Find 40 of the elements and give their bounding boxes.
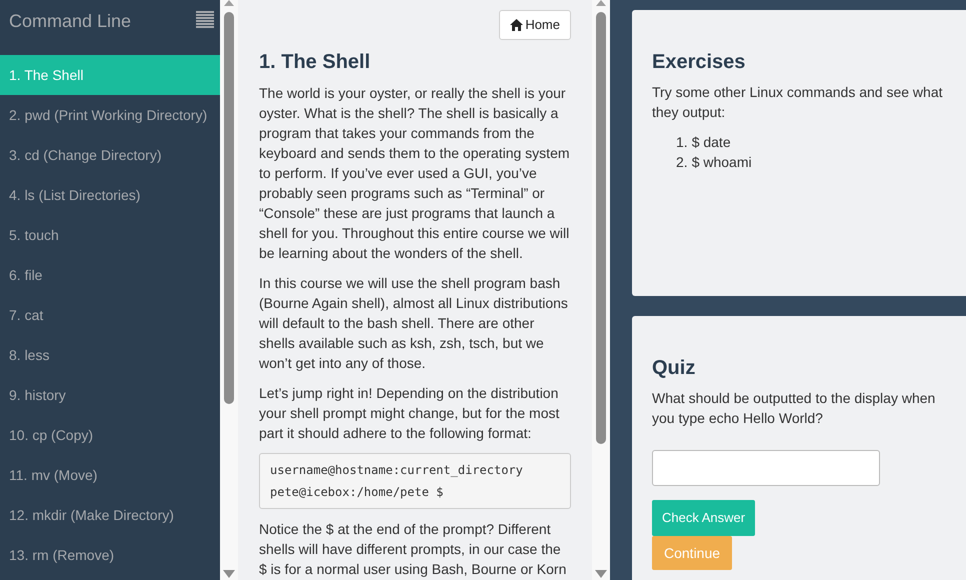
menu-icon[interactable] bbox=[196, 11, 214, 29]
quiz-question: What should be outputted to the display when you type echo Hello World? bbox=[652, 389, 936, 428]
nav-item[interactable]: 7. cat bbox=[0, 295, 220, 335]
exercises-title: Exercises bbox=[652, 50, 746, 74]
nav-item[interactable]: 1. The Shell bbox=[0, 55, 220, 95]
scroll-down-icon[interactable] bbox=[223, 570, 235, 578]
nav-item[interactable]: 4. ls (List Directories) bbox=[0, 175, 220, 215]
sidebar-title: Command Line bbox=[9, 10, 132, 33]
exercise-command: $ whoami bbox=[692, 153, 752, 172]
home-icon bbox=[510, 19, 524, 31]
nav-item[interactable]: 12. mkdir (Make Directory) bbox=[0, 495, 220, 535]
nav-item[interactable]: 3. cd (Change Directory) bbox=[0, 135, 220, 175]
nav-item[interactable]: 6. file bbox=[0, 255, 220, 295]
item-number: 2. bbox=[676, 153, 688, 172]
scrollbar-thumb[interactable] bbox=[596, 12, 606, 444]
code-line: username@hostname:current_directory bbox=[270, 462, 524, 479]
paragraph: In this course we will use the shell program bash (Bourne Again shell), almost all Linux distributions will default to the bash shell. There are other shells available such as ksh, zsh, tsch, but we won’t get into any of those. bbox=[259, 274, 569, 373]
check-answer-button[interactable]: Check Answer bbox=[652, 500, 756, 536]
paragraph: Notice the $ at the end of the prompt? Different shells will have different prompts, in our case the $ is for a normal user using Bash, Bourne or Korn bbox=[259, 520, 568, 579]
scroll-up-icon[interactable] bbox=[224, 0, 234, 6]
nav-item[interactable]: 13. rm (Remove) bbox=[0, 535, 220, 575]
nav-item[interactable]: 2. pwd (Print Working Directory) bbox=[0, 95, 220, 135]
answer-field[interactable] bbox=[652, 450, 880, 486]
nav-item[interactable]: 10. cp (Copy) bbox=[0, 415, 220, 455]
scroll-up-icon[interactable] bbox=[596, 0, 606, 6]
nav-item[interactable]: 5. touch bbox=[0, 215, 220, 255]
exercise-command: $ date bbox=[692, 133, 731, 152]
nav-item[interactable]: 8. less bbox=[0, 335, 220, 375]
lesson-title: 1. The Shell bbox=[259, 50, 372, 74]
scrollbar-thumb[interactable] bbox=[224, 12, 234, 404]
home-button[interactable]: Home bbox=[499, 10, 571, 40]
nav-item[interactable]: 11. mv (Move) bbox=[0, 455, 220, 495]
code-line: pete@icebox:/home/pete $ bbox=[270, 484, 444, 501]
scroll-down-icon[interactable] bbox=[595, 570, 607, 578]
item-number: 1. bbox=[676, 133, 688, 152]
nav-item[interactable]: 9. history bbox=[0, 375, 220, 415]
quiz-title: Quiz bbox=[652, 356, 696, 380]
paragraph: The world is your oyster, or really the shell is your oyster. What is the shell? The shell is basically a program that takes your commands from the keyboard and sends them to the operating system to perform. If you’ve ever used a GUI, you’ve probably seen programs such as “Terminal” or “Console” these are just programs that launch a shell for you. Throughout this entire course we will be learning about the wonders of the shell. bbox=[259, 84, 571, 263]
paragraph: Let’s jump right in! Depending on the distribution your shell prompt might change, but for the most part it should adhere to the following format: bbox=[259, 384, 560, 443]
exercises-text: Try some other Linux commands and see what they output: bbox=[652, 83, 944, 122]
